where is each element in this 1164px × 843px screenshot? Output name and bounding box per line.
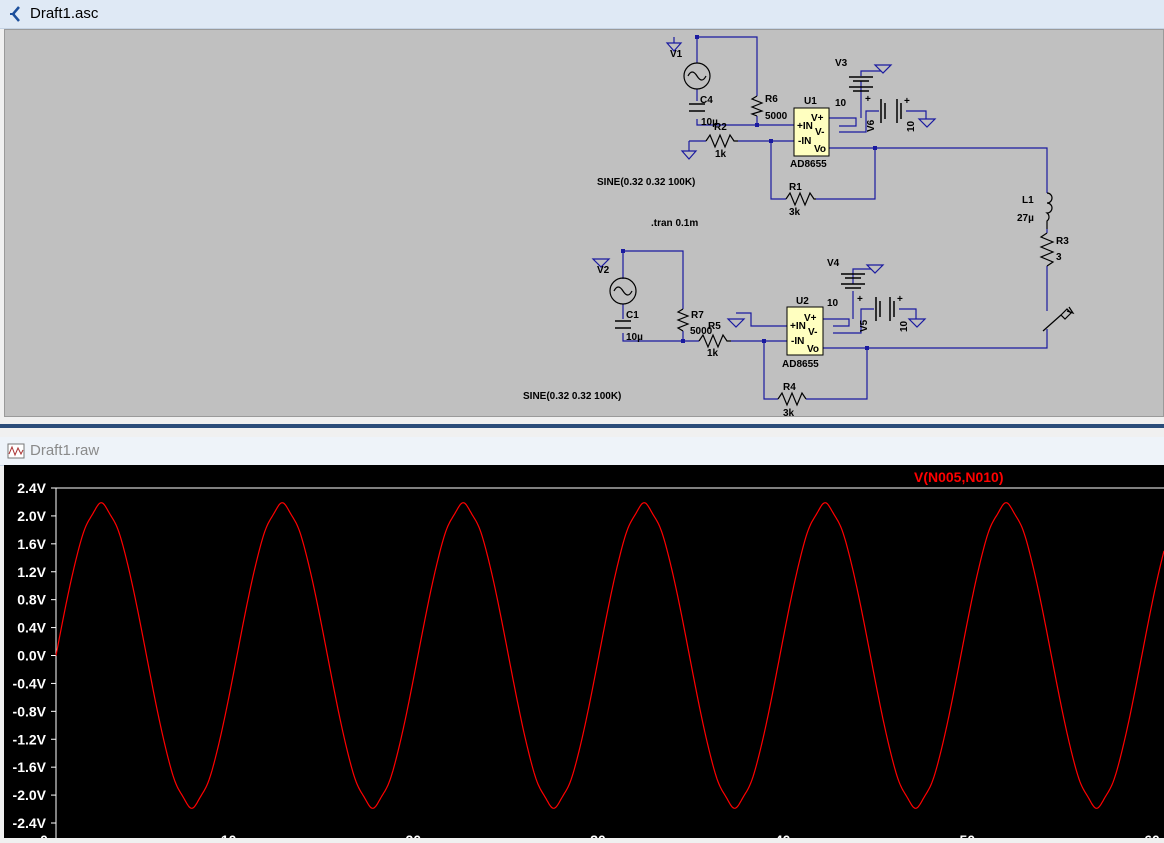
value-c1: 10µ <box>626 332 643 343</box>
schematic-canvas[interactable]: V1 C4 10µ R6 5000 R2 1k U1 V+ +IN V- -IN… <box>4 29 1164 417</box>
pin-u1-vplus: V+ <box>811 113 824 124</box>
label-r1: R1 <box>789 182 802 193</box>
label-v1: V1 <box>670 49 683 60</box>
label-v5: V5 <box>859 319 870 332</box>
waveform-titlebar[interactable]: Draft1.raw <box>0 437 1164 466</box>
pin-u2-vo: Vo <box>807 344 819 355</box>
pin-u2-inminus: -IN <box>791 336 804 347</box>
y-tick-label: -1.6V <box>13 759 47 775</box>
trace-v-n005-n010 <box>55 502 1164 809</box>
ltspice-schematic-icon <box>10 6 20 22</box>
y-tick-label: -1.2V <box>13 731 47 747</box>
y-tick-label: -2.0V <box>13 787 47 803</box>
directive-sine-2[interactable]: SINE(0.32 0.32 100K) <box>523 391 621 402</box>
value-r2: 1k <box>715 149 727 160</box>
label-r6: R6 <box>765 94 778 105</box>
value-r3: 3 <box>1056 252 1062 263</box>
plus-v4: + <box>857 294 863 305</box>
label-r2: R2 <box>714 122 727 133</box>
pin-u1-vminus: V- <box>815 127 824 138</box>
x-tick-label: 60 <box>1144 832 1160 838</box>
value-r1: 3k <box>789 207 801 218</box>
label-r3: R3 <box>1056 236 1069 247</box>
directive-sine-1[interactable]: SINE(0.32 0.32 100K) <box>597 177 695 188</box>
x-tick-label: 50 <box>960 832 976 838</box>
label-r7: R7 <box>691 310 704 321</box>
waveform-plot[interactable]: 2.4V 2.0V 1.6V 1.2V 0.8V 0.4V 0.0V -0.4V -0.8V -1… <box>4 465 1164 843</box>
label-l1: L1 <box>1022 195 1034 206</box>
x-tick-label: 30 <box>590 832 606 838</box>
waveform-window-title: Draft1.raw <box>30 442 100 459</box>
waveform-plot-pane[interactable]: 2.4V 2.0V 1.6V 1.2V 0.8V 0.4V 0.0V -0.4V -0.8V -1… <box>4 465 1164 843</box>
window-separator <box>0 418 1164 436</box>
label-u2: U2 <box>796 296 809 307</box>
plus-v3: + <box>865 94 871 105</box>
x-tick-label: 0 <box>40 832 48 838</box>
label-r5: R5 <box>708 321 721 332</box>
value-v5: 10 <box>899 320 910 332</box>
value-r4: 3k <box>783 408 795 416</box>
y-tick-label: 2.4V <box>17 480 46 496</box>
waveform-window-icon <box>7 443 25 459</box>
label-v2: V2 <box>597 265 610 276</box>
label-v6: V6 <box>866 119 877 132</box>
pin-u2-inplus: +IN <box>790 321 806 332</box>
value-l1: 27µ <box>1017 213 1034 224</box>
x-tick-label: 20 <box>406 832 422 838</box>
schematic-window-title: Draft1.asc <box>30 5 99 22</box>
y-tick-label: 0.8V <box>17 592 46 608</box>
trace-legend-v-n005-n010[interactable]: V(N005,N010) <box>914 469 1004 485</box>
plot-frame <box>55 487 1164 843</box>
value-r6: 5000 <box>765 111 788 122</box>
y-tick-label: -2.4V <box>13 815 47 831</box>
model-u1: AD8655 <box>790 159 827 170</box>
value-r5: 1k <box>707 348 719 359</box>
pin-u2-vminus: V- <box>808 327 817 338</box>
y-tick-label: 2.0V <box>17 508 46 524</box>
value-v6: 10 <box>906 120 917 132</box>
plus-v5: + <box>897 294 903 305</box>
plus-v6: + <box>904 96 910 107</box>
label-v4: V4 <box>827 258 840 269</box>
schematic-titlebar[interactable]: Draft1.asc <box>0 0 1164 29</box>
y-tick-label: 1.6V <box>17 536 46 552</box>
value-v4: 10 <box>827 298 839 309</box>
pin-u1-vo: Vo <box>814 144 826 155</box>
label-c4: C4 <box>700 95 713 106</box>
label-c1: C1 <box>626 310 639 321</box>
y-tick-label: 1.2V <box>17 564 46 580</box>
pin-u1-inplus: +IN <box>797 121 813 132</box>
label-u1: U1 <box>804 96 817 107</box>
y-tick-label: -0.8V <box>13 703 47 719</box>
x-tick-label: 40 <box>775 832 791 838</box>
directive-tran[interactable]: .tran 0.1m <box>651 218 698 229</box>
value-v3: 10 <box>835 98 847 109</box>
pin-u1-inminus: -IN <box>798 136 811 147</box>
pin-u2-vplus: V+ <box>804 313 817 324</box>
y-tick-label: 0.4V <box>17 620 46 636</box>
y-tick-label: -0.4V <box>13 675 47 691</box>
label-v3: V3 <box>835 58 848 69</box>
model-u2: AD8655 <box>782 359 819 370</box>
x-tick-label: 10 <box>221 832 237 838</box>
label-r4: R4 <box>783 382 796 393</box>
y-tick-label: 0.0V <box>17 648 46 664</box>
